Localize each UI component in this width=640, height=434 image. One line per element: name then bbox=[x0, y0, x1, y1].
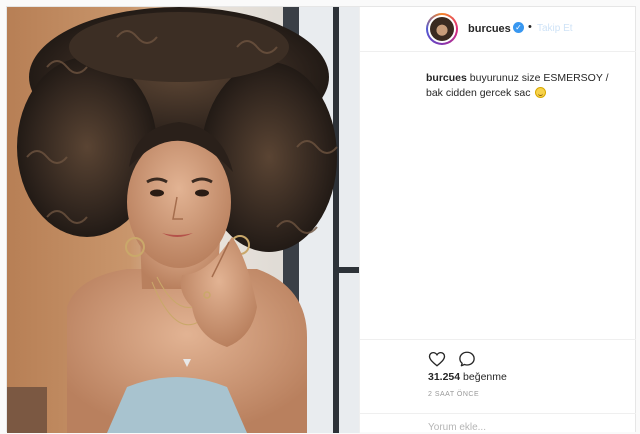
likes-count: 31.254 bbox=[428, 371, 461, 383]
username-link[interactable]: burcues bbox=[468, 23, 511, 35]
post-timestamp[interactable]: 2 SAAT ÖNCE bbox=[428, 391, 479, 398]
heart-outline-icon[interactable] bbox=[428, 350, 446, 368]
instagram-post: burcues ✓ • Takip Et burcues buyurunuz s… bbox=[6, 6, 636, 434]
avatar-image bbox=[430, 17, 454, 41]
likes-label: beğenme bbox=[463, 371, 507, 383]
verified-badge-icon: ✓ bbox=[513, 22, 524, 33]
follow-button[interactable]: Takip Et bbox=[537, 23, 573, 34]
caption-username-link[interactable]: burcues bbox=[426, 72, 467, 84]
separator-dot: • bbox=[528, 21, 532, 33]
post-caption: burcues buyurunuz size ESMERSOY / bak ci… bbox=[426, 71, 626, 101]
post-photo[interactable] bbox=[7, 7, 359, 433]
avatar-frame bbox=[428, 15, 456, 43]
likes-summary[interactable]: 31.254 beğenme bbox=[428, 371, 507, 383]
post-header: burcues ✓ • Takip Et bbox=[360, 7, 636, 52]
grinning-face-emoji-icon bbox=[535, 87, 547, 98]
comment-bar bbox=[360, 413, 636, 434]
speech-bubble-icon[interactable] bbox=[458, 350, 476, 368]
avatar[interactable] bbox=[426, 13, 458, 45]
post-sidebar: burcues ✓ • Takip Et burcues buyurunuz s… bbox=[359, 7, 636, 434]
post-photo-art bbox=[7, 7, 359, 433]
